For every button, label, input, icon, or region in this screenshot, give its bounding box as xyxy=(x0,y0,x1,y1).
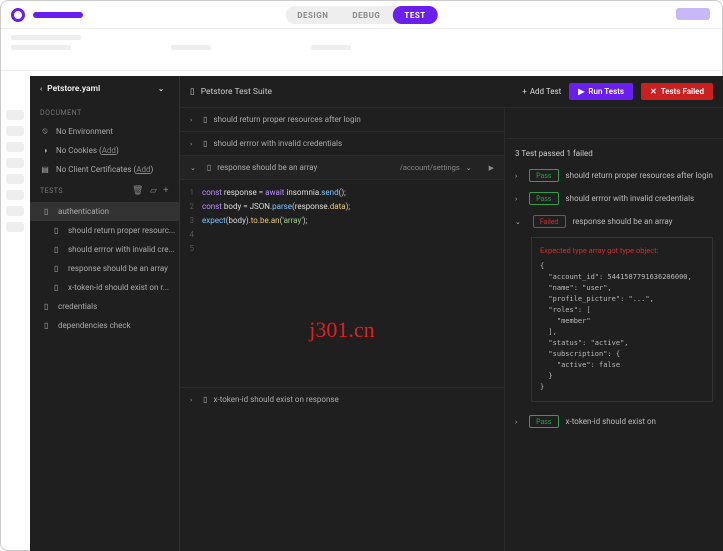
chevron-down-icon: ⌄ xyxy=(190,164,196,172)
add-link[interactable]: Add xyxy=(136,165,150,174)
sidebar-doc-row[interactable]: ⦸No Environment xyxy=(30,121,179,141)
doc-icon: ▯ xyxy=(54,245,62,254)
doc-icon: ▯ xyxy=(207,163,211,172)
browser-side-stubs xyxy=(6,110,24,232)
test-row[interactable]: › ▯ x-token-id should exist on response xyxy=(180,387,504,411)
result-row[interactable]: ›Passx-token-id should exist on xyxy=(505,410,723,433)
sidebar-doc-row[interactable]: ◑No Cookies (Add) xyxy=(30,141,179,160)
test-row[interactable]: ⌄▯response should be an array/account/se… xyxy=(180,156,504,180)
file-selector[interactable]: ‹ Petstore.yaml ⌄ xyxy=(30,76,179,102)
filter-icon[interactable]: ▱ xyxy=(150,186,157,196)
browser-subheader xyxy=(1,29,722,71)
chevron-left-icon: ‹ xyxy=(40,85,42,93)
sidebar-test-group[interactable]: ▯credentials xyxy=(30,297,179,316)
test-row[interactable]: ›▯should errror with invalid credentials xyxy=(180,132,504,156)
chevron-right-icon: › xyxy=(515,172,517,180)
browser-chrome: DESIGN DEBUG TEST xyxy=(1,1,722,29)
test-row[interactable]: ›▯should return proper resources after l… xyxy=(180,108,504,132)
toolbar: ▯ Petstore Test Suite + Add Test ▶ Run T… xyxy=(180,76,723,108)
sidebar-doc-row[interactable]: ▤No Client Certificates (Add) xyxy=(30,160,179,179)
editor-column: ›▯should return proper resources after l… xyxy=(180,108,505,551)
chevron-right-icon: › xyxy=(515,195,517,203)
play-icon: ▶ xyxy=(578,87,584,96)
chevron-right-icon: › xyxy=(190,140,192,148)
row-icon: ⦸ xyxy=(40,126,50,136)
sidebar-test-item[interactable]: ▯response should be an array xyxy=(30,259,179,278)
folder-icon: ▯ xyxy=(44,207,52,216)
app-logo-icon xyxy=(11,8,25,22)
file-name: Petstore.yaml xyxy=(47,84,100,94)
folder-icon: ▯ xyxy=(44,321,52,330)
fail-json: { "account_id": 5441587791636206000, "na… xyxy=(540,261,704,393)
fail-detail: Expected type array got type object: { "a… xyxy=(531,237,713,402)
x-icon: ✕ xyxy=(650,87,657,96)
result-row[interactable]: ⌄Failedresponse should be an array xyxy=(505,210,723,233)
chevron-right-icon: › xyxy=(190,116,192,124)
status-pill-pass: Pass xyxy=(529,415,558,428)
tests-status-badge: ✕ Tests Failed xyxy=(641,83,713,100)
test-path[interactable]: /account/settings xyxy=(400,163,460,172)
play-icon[interactable]: ▶ xyxy=(489,164,494,172)
doc-icon: ▯ xyxy=(54,283,62,292)
document-section-header: DOCUMENT xyxy=(30,102,179,121)
status-pill-fail: Failed xyxy=(533,215,566,228)
sidebar-test-group[interactable]: ▯authentication xyxy=(30,202,179,221)
tab-test[interactable]: TEST xyxy=(392,6,437,24)
doc-icon: ▯ xyxy=(203,139,207,148)
sidebar-test-group[interactable]: ▯dependencies check xyxy=(30,316,179,335)
add-test-button[interactable]: + Add Test xyxy=(522,87,561,96)
chevron-down-icon: ⌄ xyxy=(158,85,164,93)
doc-icon: ▯ xyxy=(203,395,207,404)
results-summary: 3 Test passed 1 failed xyxy=(505,139,723,164)
doc-icon: ▯ xyxy=(203,115,207,124)
sidebar-test-item[interactable]: ▯should errror with invalid cre... xyxy=(30,240,179,259)
watermark: j301.cn xyxy=(309,317,374,343)
results-column: 3 Test passed 1 failed ›Passshould retur… xyxy=(505,108,723,551)
chevron-down-icon[interactable]: ⌄ xyxy=(466,164,472,172)
result-row[interactable]: ›Passshould return proper resources afte… xyxy=(505,164,723,187)
code-editor[interactable]: 1const response = await insomnia.send();… xyxy=(180,180,504,262)
doc-icon: ▯ xyxy=(54,264,62,273)
tests-section-header: TESTS 🗑 ▱ + xyxy=(30,179,179,200)
plus-icon: + xyxy=(522,87,527,96)
sidebar-test-item[interactable]: ▯should return proper resourc... xyxy=(30,221,179,240)
tab-design[interactable]: DESIGN xyxy=(285,6,340,24)
add-link[interactable]: Add xyxy=(102,146,116,155)
fail-message: Expected type array got type object: xyxy=(540,246,704,255)
chevron-right-icon: › xyxy=(190,396,192,404)
chevron-right-icon: › xyxy=(515,418,517,426)
url-stub xyxy=(33,12,83,18)
row-icon: ▤ xyxy=(40,165,50,174)
tab-debug[interactable]: DEBUG xyxy=(340,6,392,24)
result-row[interactable]: ›Passshould errror with invalid credenti… xyxy=(505,187,723,210)
chevron-down-icon: ⌄ xyxy=(515,218,521,226)
header-action-button[interactable] xyxy=(676,8,710,20)
row-icon: ◑ xyxy=(40,146,50,155)
folder-icon: ▯ xyxy=(44,302,52,311)
main-area: ▯ Petstore Test Suite + Add Test ▶ Run T… xyxy=(180,76,723,551)
run-tests-button[interactable]: ▶ Run Tests xyxy=(569,83,633,100)
suite-title: ▯ Petstore Test Suite xyxy=(190,87,514,97)
doc-icon: ▯ xyxy=(190,87,195,97)
mode-tabs: DESIGN DEBUG TEST xyxy=(285,6,437,24)
app-panel: ‹ Petstore.yaml ⌄ DOCUMENT ⦸No Environme… xyxy=(30,76,723,551)
status-pill-pass: Pass xyxy=(529,192,558,205)
add-icon[interactable]: + xyxy=(163,186,169,196)
status-pill-pass: Pass xyxy=(529,169,558,182)
sidebar-test-item[interactable]: ▯x-token-id should exist on r... xyxy=(30,278,179,297)
sidebar: ‹ Petstore.yaml ⌄ DOCUMENT ⦸No Environme… xyxy=(30,76,180,551)
doc-icon: ▯ xyxy=(54,226,62,235)
trash-icon[interactable]: 🗑 xyxy=(132,186,144,196)
